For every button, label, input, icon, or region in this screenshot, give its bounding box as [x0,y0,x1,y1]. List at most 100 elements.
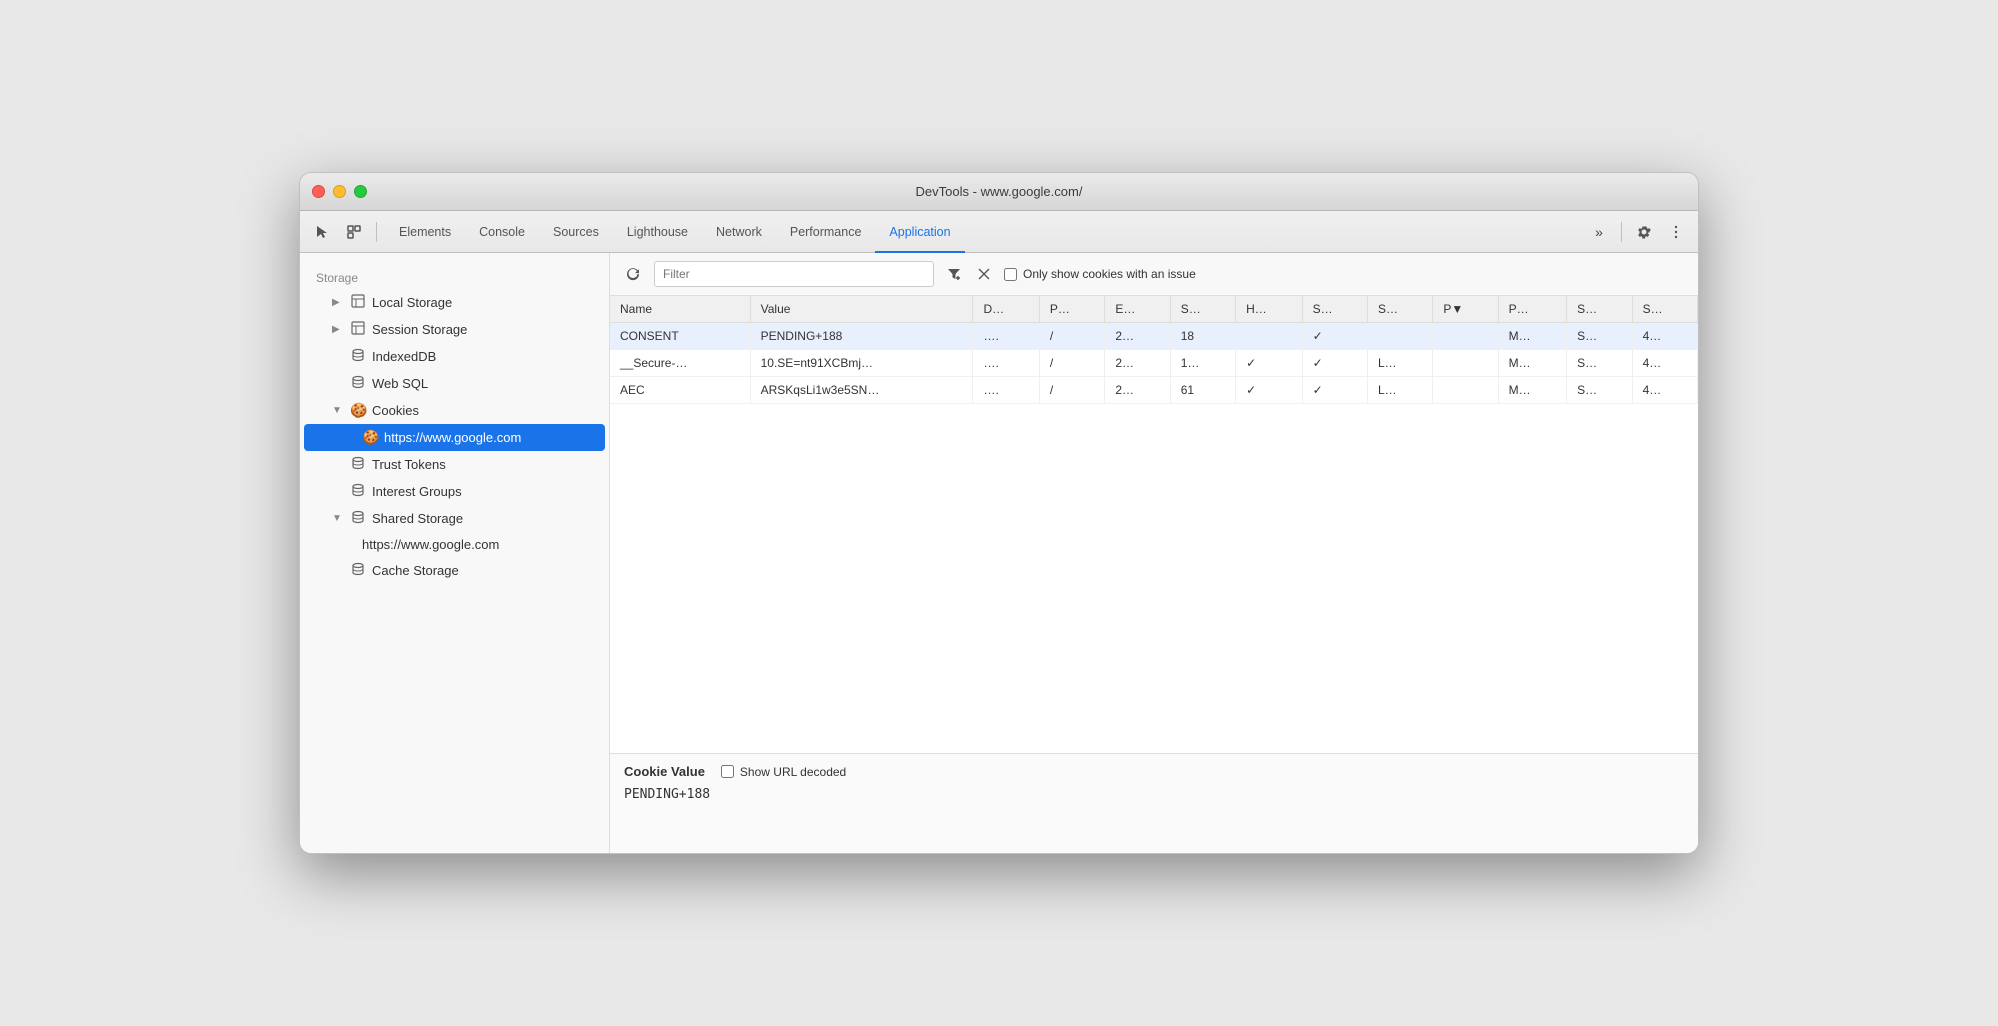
table-cell: M… [1498,323,1567,350]
google-cookies-icon: 🍪 [362,429,378,446]
table-cell: 2… [1105,323,1170,350]
sidebar-item-interest-groups[interactable]: ▶ Interest Groups [304,478,605,505]
cookies-label: Cookies [372,403,419,418]
table-cell: 10.SE=nt91XCBmj… [750,350,973,377]
tab-sources[interactable]: Sources [539,212,613,253]
table-cell: ✓ [1236,377,1302,404]
clear-filter-button[interactable] [942,262,966,286]
settings-button[interactable] [1630,218,1658,246]
table-cell: PENDING+188 [750,323,973,350]
col-secure[interactable]: S… [1302,296,1367,323]
sidebar-item-cache-storage[interactable]: ▶ Cache Storage [304,557,605,584]
table-cell [1433,377,1498,404]
minimize-button[interactable] [333,185,346,198]
table-row[interactable]: __Secure-…10.SE=nt91XCBmj……./2…1…✓✓L…M…S… [610,350,1698,377]
table-row[interactable]: AECARSKqsLi1w3e5SN……./2…61✓✓L…M…S…4… [610,377,1698,404]
filter-actions [942,262,996,286]
filter-input[interactable] [654,261,934,287]
sidebar-item-local-storage[interactable]: ▶ Local Storage [304,289,605,316]
close-button[interactable] [312,185,325,198]
traffic-lights [312,185,367,198]
col-samesite[interactable]: S… [1367,296,1432,323]
col-size[interactable]: S… [1170,296,1235,323]
url-decode-checkbox[interactable] [721,765,734,778]
delete-cookie-button[interactable] [972,262,996,286]
col-partitioned[interactable]: P… [1498,296,1567,323]
table-cell: …. [973,323,1039,350]
sidebar-item-shared-storage[interactable]: ▼ Shared Storage [304,505,605,532]
sidebar-item-indexeddb[interactable]: ▶ IndexedDB [304,343,605,370]
table-cell: / [1039,323,1104,350]
table-cell: ✓ [1302,323,1367,350]
table-cell [1236,323,1302,350]
table-cell: S… [1567,350,1632,377]
table-row[interactable]: CONSENTPENDING+188…./2…18 ✓ M…S…4… [610,323,1698,350]
table-cell: M… [1498,350,1567,377]
tab-console[interactable]: Console [465,212,539,253]
table-cell: / [1039,377,1104,404]
table-cell: …. [973,377,1039,404]
table-cell: S… [1567,377,1632,404]
tab-elements[interactable]: Elements [385,212,465,253]
table-cell: CONSENT [610,323,750,350]
storage-section-label: Storage [300,265,609,289]
table-cell: 4… [1632,377,1697,404]
tab-application[interactable]: Application [875,212,964,253]
table-cell: M… [1498,377,1567,404]
sidebar-item-cookies[interactable]: ▼ 🍪 Cookies [304,397,605,424]
tab-performance[interactable]: Performance [776,212,876,253]
inspect-tool-button[interactable] [340,218,368,246]
more-options-button[interactable] [1662,218,1690,246]
table-cell: ARSKqsLi1w3e5SN… [750,377,973,404]
table-cell: S… [1567,323,1632,350]
indexeddb-label: IndexedDB [372,349,436,364]
refresh-button[interactable] [620,261,646,287]
local-storage-label: Local Storage [372,295,452,310]
sidebar: Storage ▶ Local Storage ▶ [300,253,610,853]
more-tabs-button[interactable]: » [1585,218,1613,246]
cookie-detail-header: Cookie Value Show URL decoded [624,764,1684,779]
table-cell: …. [973,350,1039,377]
cookie-detail-value: PENDING+188 [624,787,1684,802]
sidebar-item-trust-tokens[interactable]: ▶ Trust Tokens [304,451,605,478]
trust-tokens-icon [350,456,366,473]
col-expires[interactable]: E… [1105,296,1170,323]
url-decode-label[interactable]: Show URL decoded [721,765,846,779]
table-cell: 1… [1170,350,1235,377]
sidebar-item-shared-storage-url[interactable]: ▶ https://www.google.com [304,532,605,557]
maximize-button[interactable] [354,185,367,198]
table-cell: 4… [1632,323,1697,350]
col-name[interactable]: Name [610,296,750,323]
shared-storage-arrow: ▼ [332,513,344,524]
toolbar-sep-2 [1621,222,1622,242]
col-domain[interactable]: D… [973,296,1039,323]
issues-filter-label[interactable]: Only show cookies with an issue [1004,267,1196,281]
col-source-port[interactable]: S… [1632,296,1697,323]
table-cell [1433,350,1498,377]
tab-lighthouse[interactable]: Lighthouse [613,212,702,253]
col-priority[interactable]: P▼ [1433,296,1498,323]
devtools-window: DevTools - www.google.com/ Elements Cons… [299,172,1699,854]
web-sql-label: Web SQL [372,376,428,391]
cache-storage-label: Cache Storage [372,563,459,578]
table-cell: ✓ [1236,350,1302,377]
tab-network[interactable]: Network [702,212,776,253]
col-path[interactable]: P… [1039,296,1104,323]
cursor-tool-button[interactable] [308,218,336,246]
sidebar-item-web-sql[interactable]: ▶ Web SQL [304,370,605,397]
shared-storage-icon [350,510,366,527]
col-httponly[interactable]: H… [1236,296,1302,323]
local-storage-icon [350,294,366,311]
tab-list: Elements Console Sources Lighthouse Netw… [385,211,1581,252]
shared-storage-url-label: https://www.google.com [362,537,499,552]
sidebar-item-session-storage[interactable]: ▶ Session Storage [304,316,605,343]
cookies-data-table: Name Value D… P… E… S… H… S… S… P▼ P… S… [610,296,1698,404]
col-source-scheme[interactable]: S… [1567,296,1632,323]
sidebar-item-google-cookies[interactable]: ▶ 🍪 https://www.google.com [304,424,605,451]
table-cell: 18 [1170,323,1235,350]
cookie-detail: Cookie Value Show URL decoded PENDING+18… [610,753,1698,853]
col-value[interactable]: Value [750,296,973,323]
issues-filter-checkbox[interactable] [1004,268,1017,281]
table-header-row: Name Value D… P… E… S… H… S… S… P▼ P… S… [610,296,1698,323]
table-cell: L… [1367,350,1432,377]
